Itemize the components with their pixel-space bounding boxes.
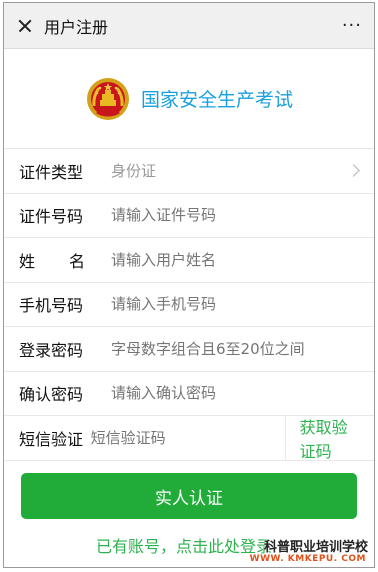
id-number-row: 证件号码 bbox=[4, 194, 374, 238]
name-label: 姓 名 bbox=[4, 248, 111, 272]
id-type-row[interactable]: 证件类型 身份证 bbox=[4, 149, 374, 194]
phone-label: 手机号码 bbox=[19, 296, 84, 316]
login-link[interactable]: 已有账号，点击此处登录 bbox=[96, 533, 272, 557]
password-row: 登录密码 bbox=[4, 327, 374, 372]
name-label-second: 名 bbox=[68, 251, 85, 271]
brand-header: 国家安全生产考试 bbox=[4, 49, 374, 149]
id-type-select[interactable]: 身份证 bbox=[111, 160, 349, 181]
get-code-button[interactable]: 获取验证码 bbox=[284, 416, 374, 461]
id-type-label: 证件类型 bbox=[19, 162, 84, 182]
confirm-password-row: 确认密码 bbox=[4, 372, 374, 416]
confirm-password-label: 确认密码 bbox=[19, 385, 84, 405]
navbar: 用户注册 ··· bbox=[4, 3, 374, 49]
more-dots-icon[interactable]: ··· bbox=[342, 16, 362, 35]
close-icon[interactable] bbox=[14, 15, 36, 37]
confirm-password-input[interactable] bbox=[111, 384, 374, 403]
brand-name: 国家安全生产考试 bbox=[140, 89, 293, 111]
password-input[interactable] bbox=[111, 339, 374, 358]
id-number-label: 证件号码 bbox=[19, 207, 84, 227]
chevron-right-icon bbox=[347, 164, 360, 178]
page-title: 用户注册 bbox=[44, 17, 109, 37]
verify-submit-button[interactable]: 实人认证 bbox=[21, 473, 357, 519]
phone-input[interactable] bbox=[111, 295, 374, 314]
phone-row: 手机号码 bbox=[4, 283, 374, 327]
watermark-title: 科普职业培训学校 bbox=[263, 540, 368, 555]
name-row: 姓 名 bbox=[4, 238, 374, 283]
name-input[interactable] bbox=[111, 250, 374, 269]
id-number-input[interactable] bbox=[111, 206, 374, 225]
sms-label: 短信验证 bbox=[19, 429, 84, 449]
national-emblem-icon bbox=[86, 77, 129, 120]
sms-row: 短信验证 获取验证码 bbox=[4, 416, 374, 461]
password-label: 登录密码 bbox=[19, 340, 84, 360]
sms-code-input[interactable] bbox=[90, 428, 285, 447]
watermark-url: WWW. KMKEPU. COM bbox=[249, 554, 366, 564]
name-label-first: 姓 bbox=[19, 251, 36, 271]
registration-page: 用户注册 ··· 国家安全生产考试 证件类型 身份证 证件号码 姓 bbox=[3, 2, 375, 568]
